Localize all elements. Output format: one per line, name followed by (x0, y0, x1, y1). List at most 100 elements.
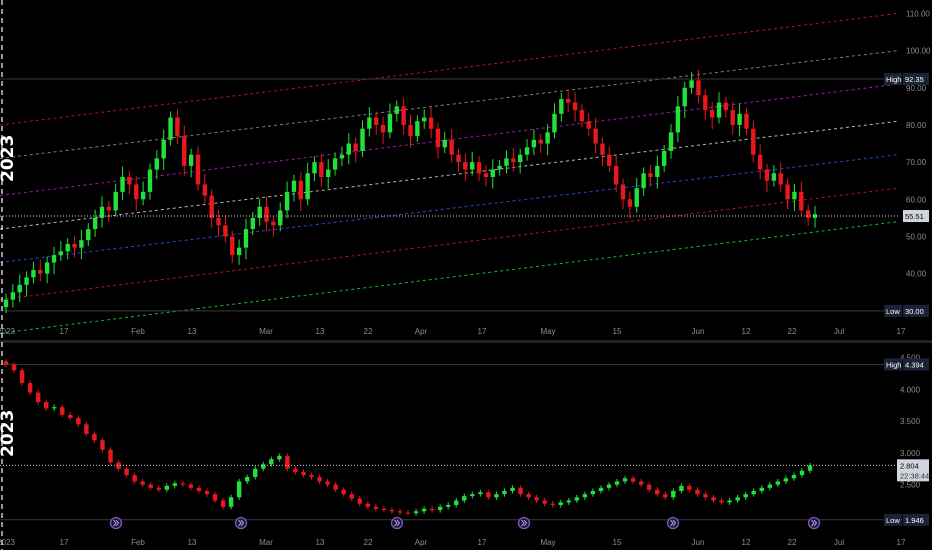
indicator-body (293, 468, 298, 472)
indicator-body (220, 500, 226, 507)
candle-body (579, 110, 585, 122)
indicator-last-value: 2.804 (900, 461, 919, 470)
indicator-body (397, 511, 403, 513)
indicator-body (663, 494, 668, 498)
pane-separator[interactable] (0, 340, 932, 343)
time-axis-bottom-label: Jul (834, 538, 844, 547)
indicator-body (727, 500, 732, 503)
candle-body (387, 113, 393, 133)
indicator-body (606, 484, 612, 488)
time-axis-top-label: Mar (259, 327, 273, 336)
indicator-low-tag: Low 1.946 (884, 513, 929, 526)
indicator-body (671, 490, 676, 498)
candle-body (72, 243, 77, 248)
candle-body (661, 150, 667, 166)
time-axis-top-label: 22 (364, 327, 373, 336)
time-axis-bottom-label: 17 (897, 538, 906, 547)
indicator-body (245, 477, 250, 482)
indicator-body (132, 475, 137, 482)
indicator-body (381, 508, 387, 511)
time-axis-bottom-label: Apr (415, 538, 428, 547)
candle-body (250, 217, 256, 230)
candle-body (805, 210, 811, 218)
candle-body (44, 262, 50, 274)
candle-body (326, 169, 331, 178)
candle-body (470, 162, 475, 170)
candle-body (195, 154, 201, 185)
indicator-tick-label: 2.500 (900, 481, 921, 490)
candle-body (764, 169, 770, 181)
year-label-bottom: 2023 (0, 409, 18, 457)
high-tag-value: 92.35 (905, 75, 924, 84)
indicator-body (783, 478, 789, 482)
price-tick-label: 90.00 (906, 84, 927, 93)
candle-body (613, 165, 619, 185)
candle-body (476, 162, 482, 174)
candle-body (565, 98, 571, 103)
time-axis-bottom-label: 15 (613, 538, 622, 547)
candle-body (99, 206, 105, 218)
candle-body (312, 162, 317, 174)
candle-body (627, 199, 633, 207)
price-tick-label: 80.00 (906, 121, 927, 130)
candle-body (497, 165, 502, 170)
time-axis-bottom-label: 12 (742, 538, 751, 547)
low-tag-label: Low (886, 307, 900, 316)
candle-body (641, 173, 646, 189)
indicator-body (574, 497, 580, 501)
candle-body (799, 191, 804, 211)
indicator-body (470, 494, 475, 497)
candle-body (723, 102, 729, 111)
candle-body (401, 106, 406, 125)
indicator-body (333, 484, 338, 490)
candle-body (209, 195, 214, 218)
indicator-body (19, 370, 25, 384)
indicator-body (542, 500, 547, 504)
candle-body (113, 191, 118, 211)
candle-body (271, 221, 276, 226)
indicator-body (526, 494, 531, 498)
candle-body (24, 277, 29, 285)
year-label-top: 2023 (0, 134, 18, 182)
indicator-body (365, 503, 370, 507)
indicator-body (35, 392, 41, 403)
time-axis-top-label: Jul (834, 327, 844, 336)
indicator-body (630, 478, 636, 482)
candle-body (10, 292, 16, 300)
indicator-body (429, 508, 435, 511)
indicator-body (373, 506, 379, 509)
candle-body (552, 113, 557, 133)
indicator-body (502, 490, 507, 495)
time-axis-bottom-label: 13 (316, 538, 325, 547)
candle-body (634, 188, 639, 207)
indicator-body (638, 481, 644, 485)
candle-body (353, 143, 358, 151)
candle-body (600, 143, 605, 155)
time-axis-top-label: Apr (415, 327, 428, 336)
time-axis-top-label: May (540, 327, 555, 336)
candle-body (449, 139, 454, 155)
indicator-body (3, 361, 9, 365)
candle-body (682, 87, 687, 107)
candle-body (490, 169, 495, 178)
time-axis-bottom-label: 13 (188, 538, 197, 547)
candle-body (38, 269, 43, 274)
indicator-body (486, 492, 491, 498)
indicator-body (156, 487, 161, 490)
candle-body (51, 255, 57, 263)
candle-body (483, 173, 489, 178)
indicator-body (285, 456, 290, 469)
indicator-body (582, 494, 588, 498)
time-axis-top-label: 15 (613, 327, 622, 336)
candle-body (517, 154, 523, 163)
event-marker-icon (109, 516, 123, 530)
candle-body (147, 169, 153, 192)
candle-body (182, 136, 187, 166)
indicator-body (655, 489, 660, 495)
candle-body (79, 240, 84, 248)
indicator-body (188, 484, 194, 488)
candle-body (394, 106, 399, 114)
candle-body (751, 128, 756, 155)
candle-body (737, 113, 742, 125)
time-axis-top-label: 12 (742, 327, 751, 336)
